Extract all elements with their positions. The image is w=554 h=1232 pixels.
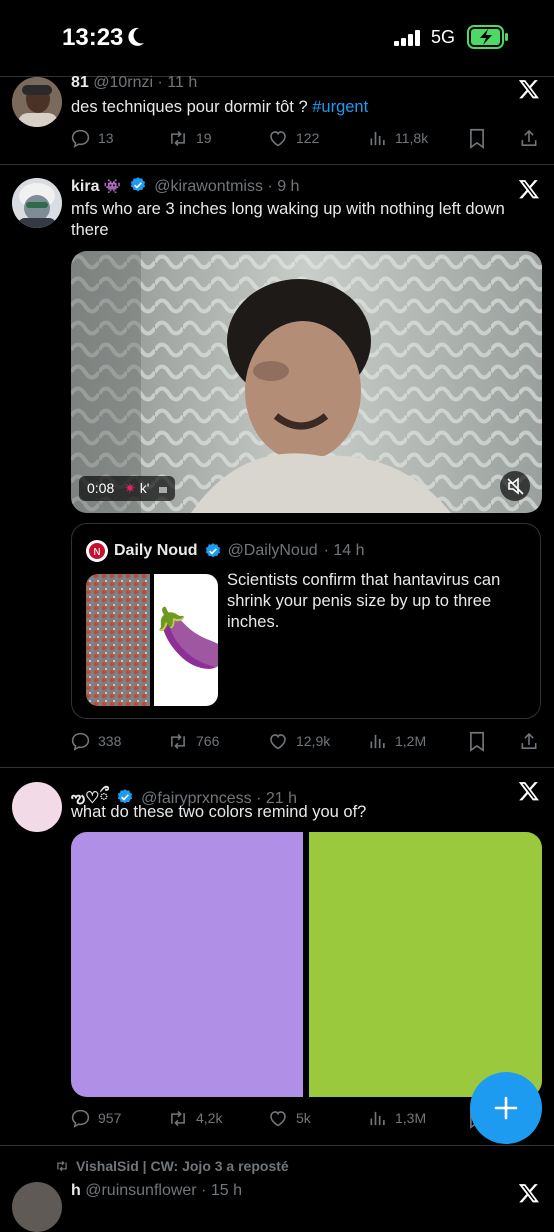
share-button[interactable] — [519, 126, 539, 150]
repost-button[interactable]: 766 — [167, 729, 219, 753]
quote-text: Scientists confirm that hantavirus can s… — [227, 571, 501, 631]
like-button[interactable]: 122 — [267, 126, 319, 150]
reply-icon — [71, 732, 90, 751]
avatar[interactable] — [12, 77, 62, 127]
plus-icon — [494, 1096, 518, 1120]
tweet-text: what do these two colors remind you of? — [71, 803, 367, 821]
tweet-header: 81 @10rnzi · 11 h — [71, 74, 197, 92]
quote-image[interactable]: 🍆 — [86, 574, 218, 706]
tweet-time: · 11 h — [157, 74, 198, 91]
repost-icon — [171, 1110, 185, 1126]
bookmark-button[interactable] — [468, 729, 486, 753]
share-icon — [521, 732, 537, 749]
repost-icon — [57, 1160, 67, 1172]
tweet-actions: 338 766 12,9k 1,2M — [70, 729, 540, 753]
eggplant-emoji: 🍆 — [156, 606, 218, 671]
purple-swatch — [71, 832, 303, 1097]
share-icon — [521, 129, 537, 146]
avatar[interactable] — [12, 782, 62, 832]
author-handle[interactable]: @kirawontmiss — [154, 178, 263, 195]
repost-label[interactable]: VishalSid | CW: Jojo 3 a reposté — [76, 1158, 289, 1174]
tweet-text: des techniques pour dormir tôt ? #urgent — [71, 98, 369, 116]
like-button[interactable]: 12,9k — [267, 729, 330, 753]
bookmark-icon — [470, 731, 484, 752]
mute-button[interactable] — [500, 471, 530, 501]
heart-icon — [270, 733, 286, 749]
author-handle[interactable]: @ruinsunflower — [85, 1182, 196, 1199]
views-icon — [370, 131, 385, 145]
quoted-tweet[interactable]: N Daily Noud @DailyNoud · 14 h 🍆 Scienti… — [71, 523, 541, 719]
video-player[interactable]: 0:08 ✷ k' — [71, 251, 542, 513]
like-button[interactable]: 5k — [267, 1106, 311, 1130]
tweet-divider — [0, 1145, 554, 1146]
repost-button[interactable]: 4,2k — [167, 1106, 222, 1130]
tweet-time: · 9 h — [267, 178, 300, 195]
compose-button[interactable] — [470, 1072, 542, 1144]
quote-author-name[interactable]: Daily Noud — [114, 542, 198, 560]
heart-icon — [270, 130, 286, 146]
avatar[interactable] — [12, 178, 62, 228]
verified-badge-icon — [130, 177, 145, 192]
name-emoji: 👾 — [103, 178, 122, 194]
views-button[interactable]: 1,2M — [368, 729, 426, 753]
bookmark-icon — [470, 128, 484, 149]
status-bar: 13:23 5G — [0, 0, 554, 76]
views-button[interactable]: 1,3M — [368, 1106, 426, 1130]
tweet-text: mfs who are 3 inches long waking up with… — [71, 200, 505, 239]
quote-author-handle[interactable]: @DailyNoud — [228, 542, 318, 560]
repost-icon — [171, 733, 185, 749]
quote-header: N Daily Noud @DailyNoud · 14 h — [86, 540, 365, 562]
mute-icon — [507, 477, 524, 495]
author-name[interactable]: h — [71, 1182, 81, 1199]
x-logo-icon — [518, 180, 539, 199]
tweet-header: h @ruinsunflower · 15 h — [71, 1182, 242, 1200]
share-button[interactable] — [519, 729, 539, 753]
tweet-time: · 15 h — [201, 1182, 243, 1199]
repost-icon — [171, 130, 185, 146]
reply-button[interactable]: 13 — [70, 126, 114, 150]
green-swatch — [309, 832, 542, 1097]
daily-noud-avatar[interactable]: N — [86, 540, 108, 562]
reply-button[interactable]: 338 — [70, 729, 121, 753]
color-image[interactable] — [71, 832, 542, 1097]
views-icon — [370, 734, 385, 748]
author-name[interactable]: 81 — [71, 74, 89, 91]
reply-icon — [71, 1109, 90, 1128]
battery-charging-icon — [467, 25, 508, 49]
hashtag-link[interactable]: #urgent — [312, 98, 368, 116]
quote-time: · 14 h — [323, 542, 365, 559]
caption-icon — [159, 487, 168, 493]
network-label: 5G — [431, 27, 456, 47]
tweet-actions: 13 19 122 11,8k — [70, 126, 540, 150]
author-handle[interactable]: @10rnzi — [93, 74, 153, 91]
signal-icon — [394, 30, 420, 46]
repost-button[interactable]: 19 — [167, 126, 212, 150]
reply-icon — [71, 129, 90, 148]
video-frame — [71, 251, 542, 513]
avatar[interactable] — [12, 1182, 62, 1232]
heart-icon — [270, 1110, 286, 1126]
repost-context: VishalSid | CW: Jojo 3 a reposté — [54, 1158, 289, 1174]
bookmark-button[interactable] — [468, 126, 486, 150]
tweet-divider — [0, 767, 554, 768]
x-logo-icon — [518, 1184, 539, 1203]
moon-icon — [128, 27, 144, 46]
reply-button[interactable]: 957 — [70, 1106, 121, 1130]
author-name[interactable]: kira — [71, 178, 99, 195]
svg-text:N: N — [93, 547, 100, 558]
verified-badge-icon — [205, 543, 220, 558]
clock: 13:23 — [62, 24, 124, 51]
tweet-divider — [0, 164, 554, 165]
video-timestamp: 0:08 ✷ k' — [79, 476, 176, 501]
views-icon — [370, 1111, 385, 1125]
x-logo-icon — [518, 782, 539, 801]
decoration-icon: ✷ — [124, 480, 136, 496]
tweet-header: kira 👾 @kirawontmiss · 9 h — [71, 176, 299, 196]
views-button[interactable]: 11,8k — [368, 126, 428, 150]
